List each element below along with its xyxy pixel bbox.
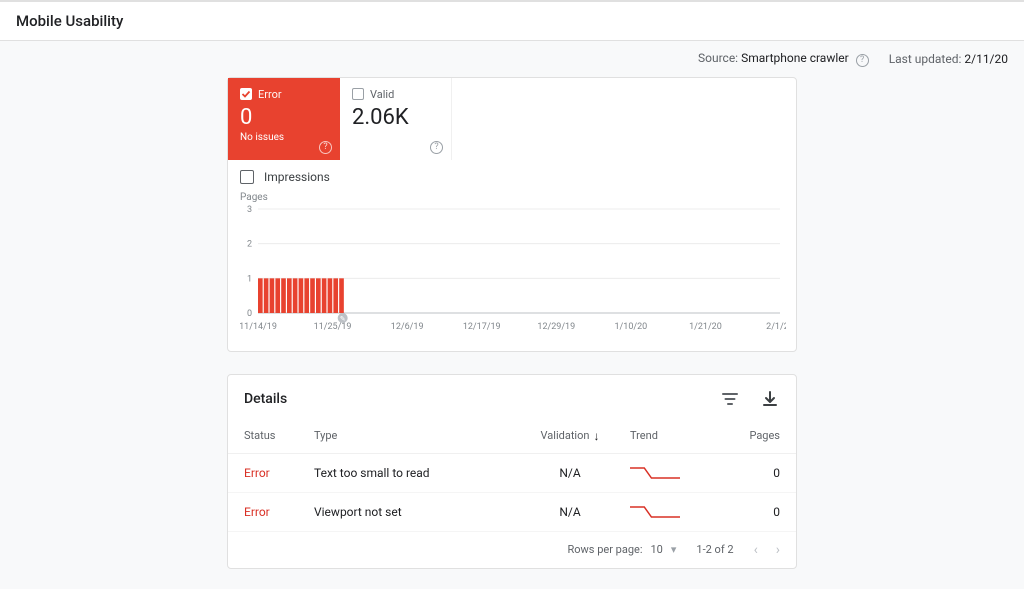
svg-text:11/25/19: 11/25/19: [314, 322, 352, 332]
details-card: Details Status Type Validation ↓ Trend P…: [227, 374, 797, 569]
dropdown-icon[interactable]: ▾: [671, 543, 677, 556]
source-label: Source:: [698, 51, 738, 65]
next-page-icon[interactable]: ›: [776, 542, 780, 558]
row-pages: 0: [730, 505, 780, 519]
svg-text:1/21/20: 1/21/20: [689, 322, 722, 332]
checkbox-unchecked-icon: [352, 88, 364, 100]
col-validation-header[interactable]: Validation ↓: [520, 429, 620, 443]
col-status-header[interactable]: Status: [244, 429, 314, 442]
status-card-error-label: Error: [258, 88, 282, 101]
status-cards-row: Error 0 No issues ? Valid 2.06K ?: [228, 78, 796, 160]
details-title: Details: [244, 391, 287, 407]
impressions-label: Impressions: [264, 170, 330, 184]
row-trend: [620, 503, 730, 521]
pages-chart: 0123✎11/14/1911/25/1912/6/1912/17/1912/2…: [240, 205, 786, 335]
row-status: Error: [244, 505, 314, 519]
updated-info: Last updated: 2/11/20: [889, 52, 1008, 66]
source-value: Smartphone crawler: [741, 51, 849, 65]
rows-per-page-value[interactable]: 10: [651, 543, 663, 556]
status-card-valid-label: Valid: [370, 88, 394, 101]
sort-arrow-down-icon: ↓: [593, 429, 599, 443]
row-type: Text too small to read: [314, 466, 520, 480]
table-header: Status Type Validation ↓ Trend Pages: [228, 419, 796, 454]
status-card-error-value: 0: [240, 105, 328, 130]
download-icon[interactable]: [760, 389, 780, 409]
pagination-range: 1-2 of 2: [696, 543, 733, 556]
svg-text:11/14/19: 11/14/19: [240, 322, 277, 332]
svg-text:12/29/19: 12/29/19: [537, 322, 575, 332]
help-icon[interactable]: ?: [856, 54, 869, 67]
status-card-error-sub: No issues: [240, 132, 328, 143]
row-validation: N/A: [520, 505, 620, 519]
svg-text:1/10/20: 1/10/20: [614, 322, 647, 332]
status-card-error[interactable]: Error 0 No issues ?: [228, 78, 340, 160]
table-row[interactable]: ErrorViewport not setN/A 0: [228, 493, 796, 532]
updated-value: 2/11/20: [964, 52, 1008, 66]
updated-label: Last updated:: [889, 52, 962, 66]
help-icon[interactable]: ?: [430, 141, 443, 154]
meta-row: Source: Smartphone crawler ? Last update…: [0, 41, 1024, 77]
checkbox-checked-icon: [240, 88, 252, 100]
row-status: Error: [244, 466, 314, 480]
source-info: Source: Smartphone crawler ?: [698, 51, 869, 67]
table-row[interactable]: ErrorText too small to readN/A 0: [228, 454, 796, 493]
checkbox-unchecked-icon: [240, 170, 254, 184]
page-title: Mobile Usability: [16, 12, 1008, 30]
col-trend-header[interactable]: Trend: [620, 429, 730, 442]
col-type-header[interactable]: Type: [314, 429, 520, 442]
svg-text:1: 1: [247, 274, 252, 284]
svg-text:2/1/20: 2/1/20: [766, 322, 786, 332]
chart-ylabel: Pages: [240, 192, 784, 203]
table-footer: Rows per page: 10 ▾ 1-2 of 2 ‹ ›: [228, 532, 796, 568]
chart-area: Pages 0123✎11/14/1911/25/1912/6/1912/17/…: [228, 188, 796, 351]
svg-text:2: 2: [247, 239, 252, 249]
rows-per-page-label: Rows per page:: [567, 543, 642, 556]
row-trend: [620, 464, 730, 482]
status-card-valid[interactable]: Valid 2.06K ?: [340, 78, 452, 160]
svg-text:12/17/19: 12/17/19: [463, 322, 501, 332]
row-validation: N/A: [520, 466, 620, 480]
svg-text:12/6/19: 12/6/19: [391, 322, 424, 332]
row-type: Viewport not set: [314, 505, 520, 519]
prev-page-icon[interactable]: ‹: [754, 542, 758, 558]
page-header: Mobile Usability: [0, 2, 1024, 41]
help-icon[interactable]: ?: [319, 141, 332, 154]
impressions-toggle[interactable]: Impressions: [228, 160, 796, 188]
svg-text:3: 3: [247, 205, 252, 215]
filter-icon[interactable]: [720, 389, 740, 409]
row-pages: 0: [730, 466, 780, 480]
col-pages-header[interactable]: Pages: [730, 429, 780, 442]
overview-card: Error 0 No issues ? Valid 2.06K ? Impres…: [227, 77, 797, 352]
status-card-valid-value: 2.06K: [352, 105, 439, 130]
svg-text:0: 0: [247, 309, 252, 319]
